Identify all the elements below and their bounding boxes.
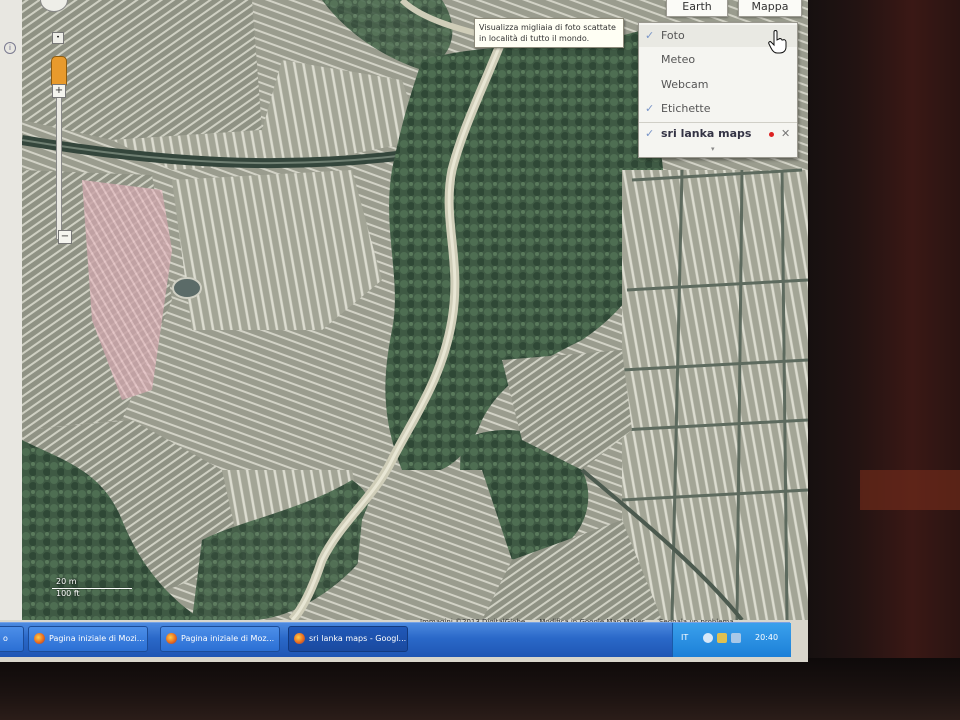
firefox-icon bbox=[294, 633, 305, 644]
scale-imperial: 100 ft bbox=[56, 589, 80, 598]
layer-item-sri-lanka-maps[interactable]: ✓ sri lanka maps ✕ bbox=[639, 122, 797, 145]
task-label: sri lanka maps - Googl... bbox=[309, 634, 407, 643]
scale-metric: 20 m bbox=[56, 577, 77, 586]
layer-label: sri lanka maps bbox=[661, 127, 752, 140]
firefox-icon bbox=[34, 633, 45, 644]
map-type-button[interactable]: Mappa bbox=[738, 0, 802, 17]
language-indicator[interactable]: IT bbox=[681, 633, 688, 642]
background-glow bbox=[860, 470, 960, 510]
earth-button[interactable]: Earth bbox=[666, 0, 728, 17]
taskbar-item-start[interactable]: o bbox=[0, 626, 24, 652]
monitor-bezel-bottom bbox=[0, 658, 960, 720]
tooltip-line-2: in località di tutto il mondo. bbox=[479, 34, 590, 43]
system-tray: IT 20:40 bbox=[672, 623, 791, 657]
check-icon: ✓ bbox=[645, 29, 655, 42]
task-label: Pagina iniziale di Moz... bbox=[181, 634, 275, 643]
layer-label: Meteo bbox=[661, 53, 696, 66]
check-icon: ✓ bbox=[645, 102, 655, 115]
clock[interactable]: 20:40 bbox=[755, 633, 778, 642]
taskbar-item-firefox-1[interactable]: Pagina iniziale di Mozi... bbox=[28, 626, 148, 652]
chevron-down-icon[interactable]: ▾ bbox=[711, 145, 715, 153]
zoom-in-button[interactable]: + bbox=[52, 84, 66, 98]
map-scale: 20 m 100 ft bbox=[52, 577, 136, 598]
monitor-screen: i • + − Earth Mappa Visualizza migliaia … bbox=[0, 0, 808, 662]
info-icon[interactable]: i bbox=[4, 42, 16, 54]
layer-label: Foto bbox=[661, 29, 685, 42]
layer-label: Etichette bbox=[661, 102, 711, 115]
taskbar-item-sri-lanka-maps[interactable]: sri lanka maps - Googl... bbox=[288, 626, 408, 652]
security-icon[interactable] bbox=[717, 633, 727, 643]
check-icon: ✓ bbox=[645, 127, 655, 140]
red-dot-icon bbox=[769, 132, 774, 137]
volume-icon[interactable] bbox=[731, 633, 741, 643]
zoom-out-button[interactable]: − bbox=[58, 230, 72, 244]
zoom-slider-track[interactable] bbox=[56, 88, 62, 240]
hand-cursor-icon bbox=[768, 30, 787, 54]
layer-item-webcam[interactable]: Webcam bbox=[639, 74, 797, 96]
windows-taskbar: o Pagina iniziale di Mozi... Pagina iniz… bbox=[0, 622, 791, 657]
pegman-icon[interactable] bbox=[51, 56, 67, 86]
monitor-bezel-right bbox=[800, 0, 960, 720]
task-label: o bbox=[3, 634, 8, 643]
layer-label: Webcam bbox=[661, 78, 709, 91]
tooltip-line-1: Visualizza migliaia di foto scattate bbox=[479, 23, 616, 32]
layer-tooltip: Visualizza migliaia di foto scattate in … bbox=[474, 18, 624, 48]
taskbar-item-firefox-2[interactable]: Pagina iniziale di Moz... bbox=[160, 626, 280, 652]
layer-item-etichette[interactable]: ✓ Etichette bbox=[639, 98, 797, 120]
task-label: Pagina iniziale di Mozi... bbox=[49, 634, 145, 643]
firefox-icon bbox=[166, 633, 177, 644]
street-view-toggle-icon[interactable]: • bbox=[52, 32, 64, 44]
network-icon[interactable] bbox=[703, 633, 713, 643]
close-icon[interactable]: ✕ bbox=[781, 123, 790, 145]
